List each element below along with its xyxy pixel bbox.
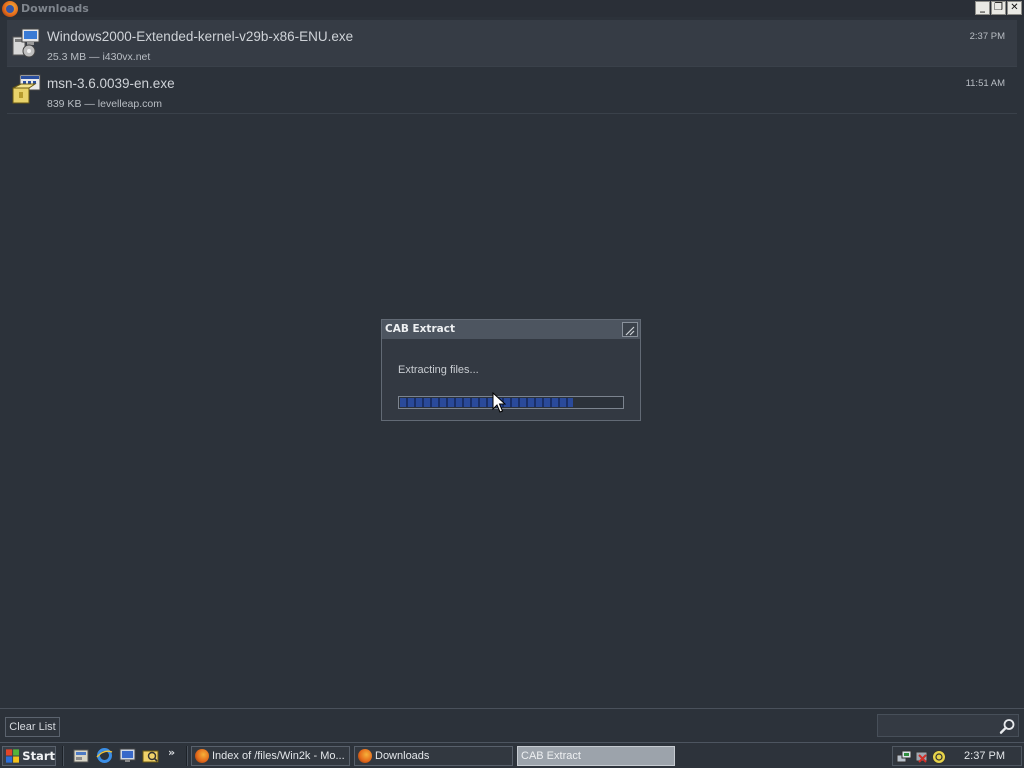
system-tray: 2:37 PM	[892, 746, 1022, 766]
setup-installer-icon	[12, 28, 40, 58]
taskbar-item-label: Downloads	[375, 750, 430, 762]
window-title: Downloads	[21, 2, 89, 15]
extract-progress-bar	[398, 396, 624, 409]
internet-explorer-icon[interactable]	[96, 747, 113, 764]
taskbar-item-downloads[interactable]: Downloads	[354, 746, 513, 766]
download-manager-footer: Clear List	[0, 708, 1024, 742]
search-input[interactable]	[880, 717, 992, 734]
volume-icon[interactable]	[931, 749, 947, 765]
taskbar: Start » Index of /files/Win2k - Mo... Do…	[0, 742, 1024, 768]
download-item[interactable]: Windows2000-Extended-kernel-v29b-x86-ENU…	[7, 20, 1017, 67]
search-icon[interactable]	[999, 718, 1016, 735]
download-time: 11:51 AM	[965, 78, 1005, 89]
minimize-button[interactable]: _	[975, 1, 990, 15]
download-item[interactable]: msn-3.6.0039-en.exe 839 KB — levelleap.c…	[7, 67, 1017, 114]
windows-logo-icon	[6, 749, 20, 763]
resize-icon	[625, 326, 635, 336]
window-controls: _ ❐ ✕	[975, 1, 1022, 15]
cab-extract-dialog[interactable]: CAB Extract Extracting files...	[381, 319, 641, 421]
dialog-title: CAB Extract	[385, 323, 455, 335]
network-icon[interactable]	[896, 749, 912, 765]
taskbar-clock: 2:37 PM	[964, 750, 1005, 762]
download-size-source: 839 KB — levelleap.com	[47, 98, 162, 110]
start-label: Start	[22, 749, 55, 763]
quick-launch-overflow-button[interactable]: »	[168, 746, 175, 759]
taskbar-item-cab-extract[interactable]: CAB Extract	[517, 746, 675, 766]
download-filename: msn-3.6.0039-en.exe	[47, 76, 175, 91]
dialog-message: Extracting files...	[398, 364, 479, 376]
close-button[interactable]: ✕	[1007, 1, 1022, 15]
mouse-cursor-icon	[492, 392, 506, 413]
dialog-resize-button[interactable]	[622, 322, 638, 337]
firefox-icon	[358, 749, 372, 763]
clear-list-button[interactable]: Clear List	[5, 717, 60, 737]
search-box[interactable]	[877, 714, 1019, 737]
safely-remove-hardware-icon[interactable]	[914, 749, 930, 765]
taskbar-item-label: Index of /files/Win2k - Mo...	[212, 750, 345, 762]
download-filename: Windows2000-Extended-kernel-v29b-x86-ENU…	[47, 29, 354, 44]
download-size-source: 25.3 MB — i430vx.net	[47, 51, 151, 63]
firefox-icon	[2, 0, 18, 17]
taskbar-item-label: CAB Extract	[521, 750, 581, 762]
firefox-icon	[195, 749, 209, 763]
restore-button[interactable]: ❐	[991, 1, 1006, 15]
show-desktop-icon[interactable]	[119, 747, 136, 764]
window-titlebar[interactable]: Downloads _ ❐ ✕	[0, 0, 1024, 17]
outlook-express-icon[interactable]	[73, 747, 90, 764]
package-installer-icon	[12, 74, 41, 104]
dialog-titlebar[interactable]: CAB Extract	[382, 320, 640, 339]
taskbar-item-firefox-index[interactable]: Index of /files/Win2k - Mo...	[191, 746, 350, 766]
start-button[interactable]: Start	[2, 746, 56, 766]
progress-fill	[400, 398, 574, 407]
taskbar-separator	[186, 746, 188, 766]
download-time: 2:37 PM	[969, 31, 1005, 42]
explorer-icon[interactable]	[142, 747, 159, 764]
taskbar-separator	[62, 746, 64, 766]
